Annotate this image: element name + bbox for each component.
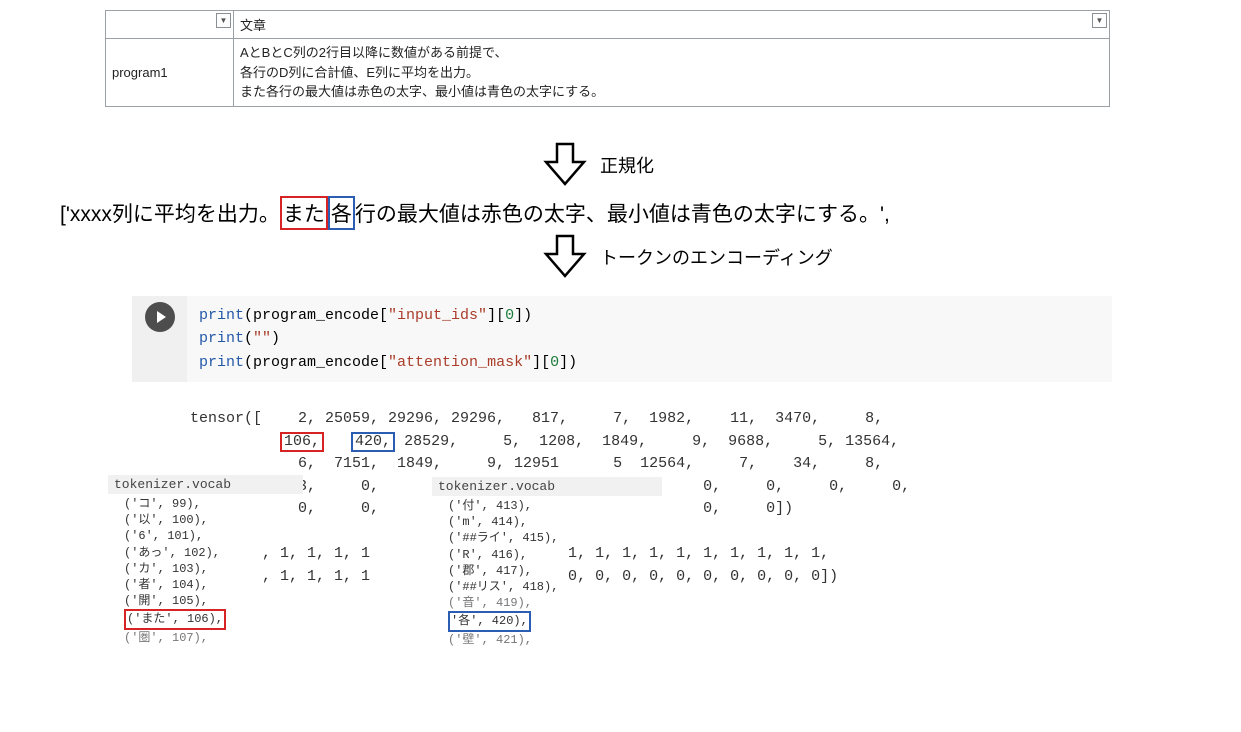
norm-red-box: また [280, 196, 328, 230]
arrow1-label: 正規化 [600, 152, 654, 178]
header-cell-left: ▼ [106, 11, 234, 39]
row1-left: program1 [106, 39, 234, 107]
normalized-text: ['xxxx列に平均を出力。また各行の最大値は赤色の太字、最小値は青色の太字にす… [60, 196, 890, 230]
norm-blue-box: 各 [328, 196, 355, 230]
vocab-overlay-a: tokenizer.vocab ('コ', 99), ('以', 100), (… [108, 475, 303, 648]
header-cell-right: 文章 ▼ [234, 11, 1110, 39]
row1-line1: AとBとC列の2行目以降に数値がある前提で、 [240, 43, 1103, 63]
arrow2-label: トークンのエンコーディング [600, 244, 833, 270]
row1-line3: また各行の最大値は赤色の太字、最小値は青色の太字にする。 [240, 82, 1103, 102]
run-button[interactable] [145, 302, 175, 332]
header-label: 文章 [240, 18, 266, 33]
excel-table: ▼ 文章 ▼ program1 AとBとC列の2行目以降に数値がある前提で、 各… [105, 10, 1110, 107]
vocab-a-header: tokenizer.vocab [108, 475, 303, 494]
play-icon [157, 311, 166, 323]
arrow-normalize-icon [540, 142, 590, 189]
filter-dropdown-icon[interactable]: ▼ [1092, 13, 1107, 28]
filter-dropdown-icon[interactable]: ▼ [216, 13, 231, 28]
tensor-106-highlight: 106, [280, 432, 324, 453]
code-gutter [132, 296, 187, 382]
vocab-overlay-b: tokenizer.vocab ('付', 413), ('m', 414), … [432, 477, 662, 650]
vocab-b-kaku-highlight: '各', 420), [448, 611, 531, 631]
tensor-420-highlight: 420, [351, 432, 395, 453]
vocab-b-list: ('付', 413), ('m', 414), ('##ライ', 415), (… [432, 496, 662, 650]
row1-line2: 各行のD列に合計値、E列に平均を出力。 [240, 63, 1103, 83]
row1-right: AとBとC列の2行目以降に数値がある前提で、 各行のD列に合計値、E列に平均を出… [234, 39, 1110, 107]
vocab-a-list: ('コ', 99), ('以', 100), ('6', 101), ('あっ'… [108, 494, 303, 648]
norm-prefix: ['xxxx列に平均を出力。 [60, 203, 280, 226]
vocab-a-mata-highlight: ('また', 106), [124, 609, 226, 629]
norm-suffix: 行の最大値は赤色の太字、最小値は青色の太字にする。', [355, 203, 890, 226]
code-cell: print(program_encode["input_ids"][0]) pr… [132, 296, 1112, 382]
code-content: print(program_encode["input_ids"][0]) pr… [187, 296, 1112, 382]
arrow-encode-icon [540, 234, 590, 281]
vocab-b-header: tokenizer.vocab [432, 477, 662, 496]
